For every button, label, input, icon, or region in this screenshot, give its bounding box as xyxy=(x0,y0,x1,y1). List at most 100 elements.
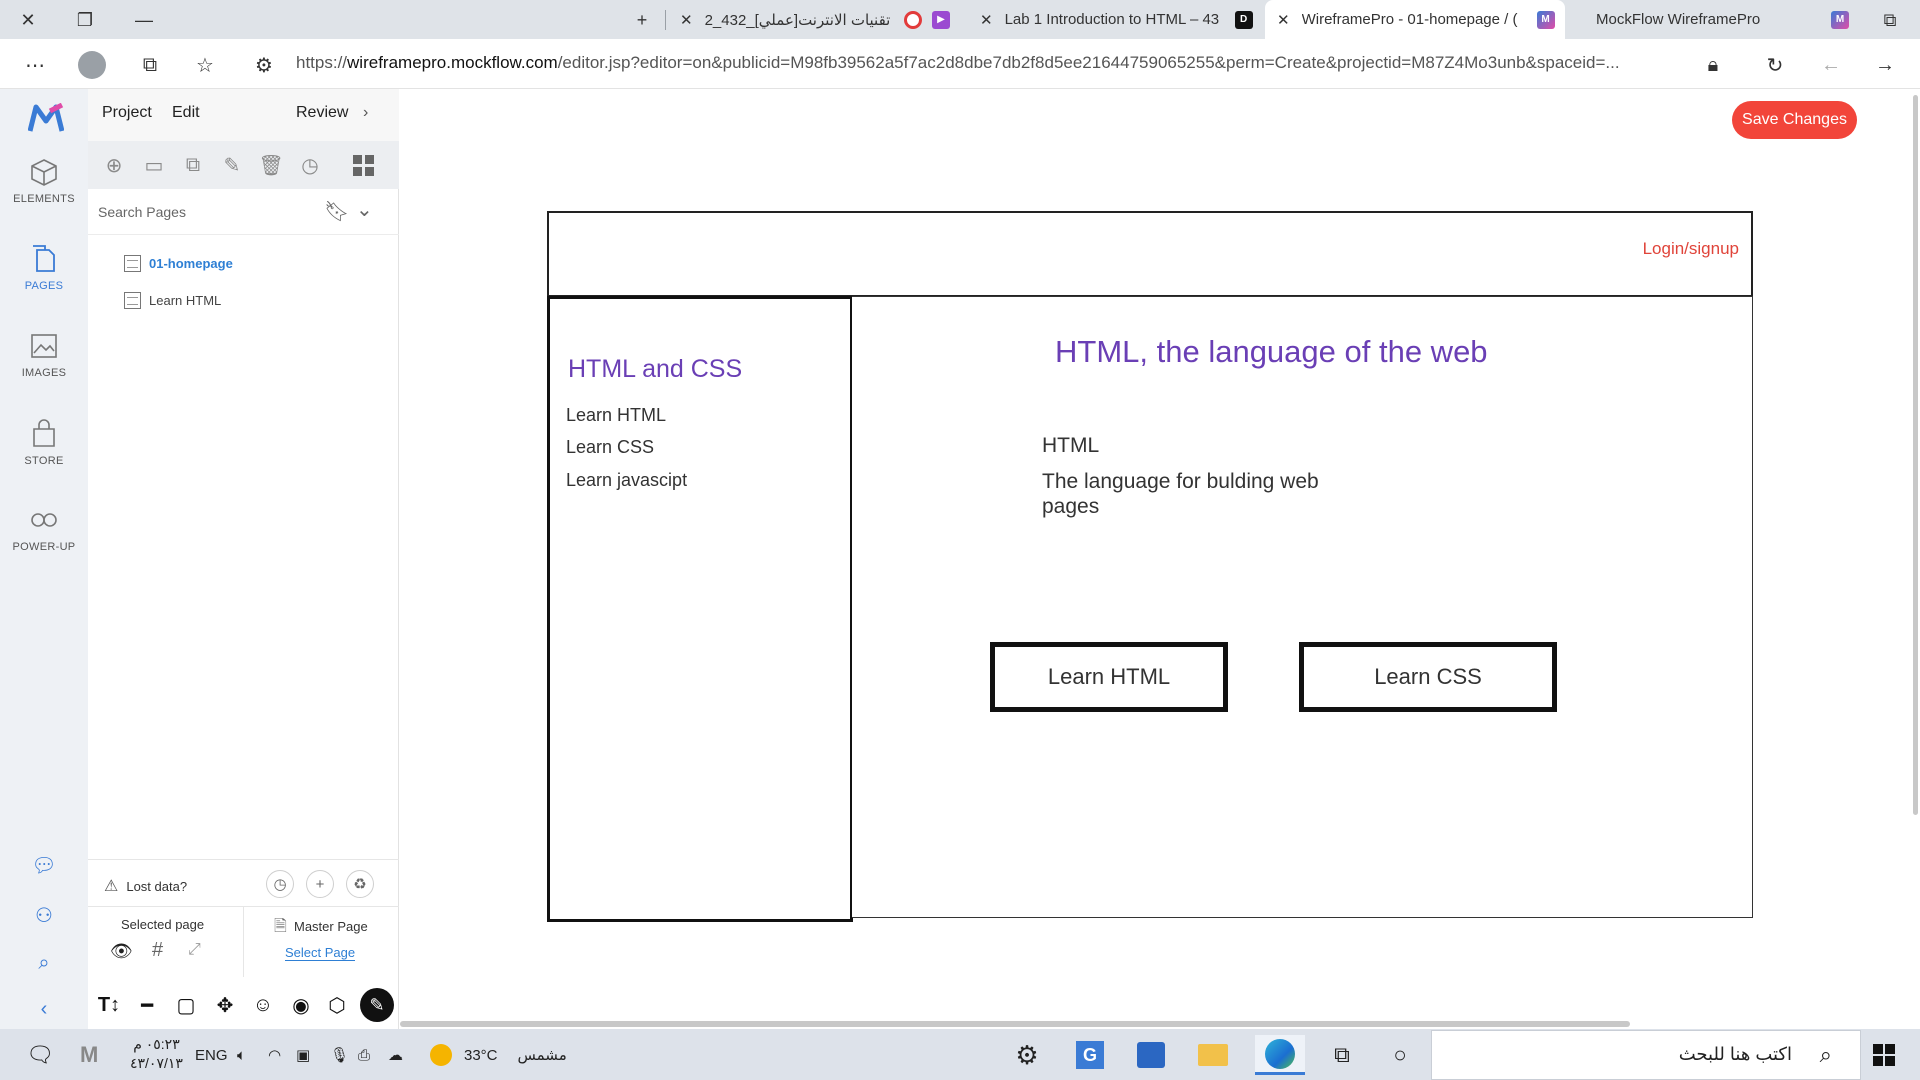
page-icon xyxy=(124,291,141,309)
grid-icon[interactable]: # xyxy=(152,939,163,962)
recycle-icon[interactable]: ♻︎ xyxy=(346,870,374,898)
horizontal-scrollbar[interactable] xyxy=(400,1021,1630,1027)
close-tab-icon[interactable]: ✕ xyxy=(980,11,993,29)
tab-lab1[interactable]: ✕ Lab 1 Introduction to HTML – 43 D xyxy=(968,0,1258,39)
tab-internet-tech[interactable]: ✕ تقنيات الانترنت[عملي]_432_2 ▶ xyxy=(668,0,950,39)
eye-icon[interactable]: 👁︎ xyxy=(110,941,133,962)
video-icon: ▶ xyxy=(932,10,950,29)
zoom-icon[interactable]: ⌕ xyxy=(30,949,58,977)
team-icon[interactable]: ⚇ xyxy=(30,901,58,929)
wireframe-header[interactable]: Login/signup xyxy=(547,211,1753,297)
learn-html-button[interactable]: Learn HTML xyxy=(990,642,1228,712)
collections-icon[interactable]: ⧉ xyxy=(137,52,163,78)
bookmark-icon[interactable]: 🔖︎ xyxy=(324,199,349,224)
tab-actions-icon[interactable]: ⧉ xyxy=(1878,8,1902,32)
rail-powerup[interactable]: POWER-UP xyxy=(0,505,88,553)
camera-icon[interactable]: ⎙ xyxy=(358,1040,370,1070)
add-page-icon[interactable]: ⊕ xyxy=(102,153,126,177)
refresh-icon[interactable]: ↻ xyxy=(1762,52,1788,78)
menu-project[interactable]: Project xyxy=(102,104,152,122)
page-item-learn-html[interactable]: Learn HTML xyxy=(124,289,221,311)
app-tray-icon[interactable]: M xyxy=(80,1040,98,1070)
tab-mockflow[interactable]: MockFlow WireframePro M xyxy=(1572,0,1852,39)
close-window-icon[interactable]: ✕ xyxy=(16,8,40,32)
resize-icon[interactable]: ⤢ xyxy=(188,941,201,959)
sidebar-link[interactable]: Learn javascipt xyxy=(566,470,687,491)
rail-elements[interactable]: ELEMENTS xyxy=(0,157,88,205)
cloud-icon[interactable]: ☁︎ xyxy=(388,1040,403,1070)
edge-app-icon[interactable] xyxy=(1255,1035,1305,1075)
taskbar-search[interactable]: اكتب هنا للبحث ⌕ xyxy=(1431,1030,1861,1080)
page-item-01-homepage[interactable]: 01-homepage xyxy=(124,252,233,274)
sidebar-link[interactable]: Learn CSS xyxy=(566,437,654,458)
chat-icon[interactable]: 💬︎ xyxy=(30,851,58,879)
start-icon[interactable] xyxy=(1864,1035,1904,1075)
vertical-scrollbar[interactable] xyxy=(1913,95,1918,815)
expand-all-icon[interactable]: ⌄ xyxy=(356,197,373,222)
radio-tool-icon[interactable]: ◉ xyxy=(288,992,314,1018)
collapse-icon[interactable]: ‹ xyxy=(30,995,58,1023)
grid-view-icon[interactable] xyxy=(352,154,376,178)
add-icon[interactable]: + xyxy=(306,870,334,898)
rail-pages[interactable]: PAGES xyxy=(0,244,88,292)
rename-icon[interactable]: ✎ xyxy=(220,153,244,177)
menu-review[interactable]: Review xyxy=(296,104,348,122)
wireframe-main-content[interactable]: HTML, the language of the web HTML The l… xyxy=(852,296,1753,918)
restore-window-icon[interactable]: ❐ xyxy=(73,8,97,32)
folder-icon[interactable]: ▭ xyxy=(142,153,166,177)
display-icon[interactable]: ▣ xyxy=(296,1040,310,1070)
tab-title: Lab 1 Introduction to HTML – 43 xyxy=(1004,11,1220,28)
close-tab-icon[interactable]: ✕ xyxy=(1277,11,1290,29)
sidebar-link[interactable]: Learn HTML xyxy=(566,405,666,426)
editor-icon-rail: ELEMENTS PAGES IMAGES STORE POWER-UP 💬︎ … xyxy=(0,89,88,1029)
forward-icon[interactable]: → xyxy=(1872,52,1898,78)
language-indicator[interactable]: ENG xyxy=(195,1040,228,1070)
delete-icon[interactable]: 🗑︎ xyxy=(258,153,283,177)
new-tab-icon[interactable]: + xyxy=(630,8,654,32)
lock-icon[interactable]: 🔒︎ xyxy=(1700,52,1726,78)
emoji-tool-icon[interactable]: ☺ xyxy=(250,992,276,1018)
pen-tool-icon[interactable]: ✎ xyxy=(360,988,394,1022)
notifications-icon[interactable]: 🗨︎ xyxy=(26,1040,54,1070)
history-icon[interactable]: ◷ xyxy=(266,870,294,898)
clock[interactable]: ٠٥:٢٣ م ٤٣/٠٧/١٣ xyxy=(130,1035,183,1073)
save-changes-button[interactable]: Save Changes xyxy=(1732,101,1857,139)
rectangle-tool-icon[interactable]: ▢ xyxy=(173,992,199,1018)
url-field[interactable]: https://wireframepro.mockflow.com/editor… xyxy=(296,53,1686,73)
file-explorer-icon[interactable] xyxy=(1193,1035,1233,1075)
store-app-icon[interactable] xyxy=(1131,1035,1171,1075)
profile-avatar[interactable] xyxy=(78,51,106,79)
weather-temp: 33°C xyxy=(464,1046,498,1064)
weather-widget[interactable]: 33°C مشمس xyxy=(430,1040,567,1070)
move-tool-icon[interactable]: ✥ xyxy=(212,992,238,1018)
back-icon[interactable]: ← xyxy=(1818,52,1844,78)
task-view-icon[interactable]: ⧉ xyxy=(1322,1035,1362,1075)
chevron-right-icon[interactable]: › xyxy=(363,104,368,122)
rail-images[interactable]: IMAGES xyxy=(0,331,88,379)
settings-app-icon[interactable]: ⚙ xyxy=(1007,1035,1047,1075)
minimize-window-icon[interactable]: — xyxy=(132,8,156,32)
wifi-icon[interactable]: ◠ xyxy=(268,1040,281,1070)
text-tool-icon[interactable]: T↕ xyxy=(96,992,122,1018)
menu-edit[interactable]: Edit xyxy=(172,104,200,122)
rail-store[interactable]: STORE xyxy=(0,419,88,467)
lost-data-link[interactable]: ⚠︎ Lost data? xyxy=(104,876,187,896)
select-page-link[interactable]: Select Page xyxy=(285,945,356,961)
component-tool-icon[interactable]: ⬡ xyxy=(324,992,350,1018)
login-signup-link[interactable]: Login/signup xyxy=(1643,239,1739,259)
search-pages-input[interactable] xyxy=(98,199,308,225)
wireframe-sidebar[interactable]: HTML and CSS Learn HTML Learn CSS Learn … xyxy=(547,296,853,922)
duplicate-icon[interactable]: ⧉ xyxy=(181,153,205,177)
tab-wireframepro[interactable]: ✕ WireframePro - 01-homepage / ( M xyxy=(1265,0,1565,39)
history-icon[interactable]: ◷ xyxy=(298,153,322,177)
close-tab-icon[interactable]: ✕ xyxy=(680,11,693,29)
more-menu-icon[interactable]: ⋯ xyxy=(22,52,48,78)
favorites-icon[interactable]: ☆ xyxy=(192,52,218,78)
learn-css-button[interactable]: Learn CSS xyxy=(1299,642,1557,712)
volume-icon[interactable]: 🔈︎ xyxy=(237,1040,246,1070)
cortana-icon[interactable]: ○ xyxy=(1380,1035,1420,1075)
line-tool-icon[interactable]: ━ xyxy=(134,992,160,1018)
chrome-app-icon[interactable]: G xyxy=(1070,1035,1110,1075)
microphone-icon[interactable]: 🎙︎ xyxy=(330,1040,349,1070)
site-info-icon[interactable]: ⚙ xyxy=(251,52,277,78)
